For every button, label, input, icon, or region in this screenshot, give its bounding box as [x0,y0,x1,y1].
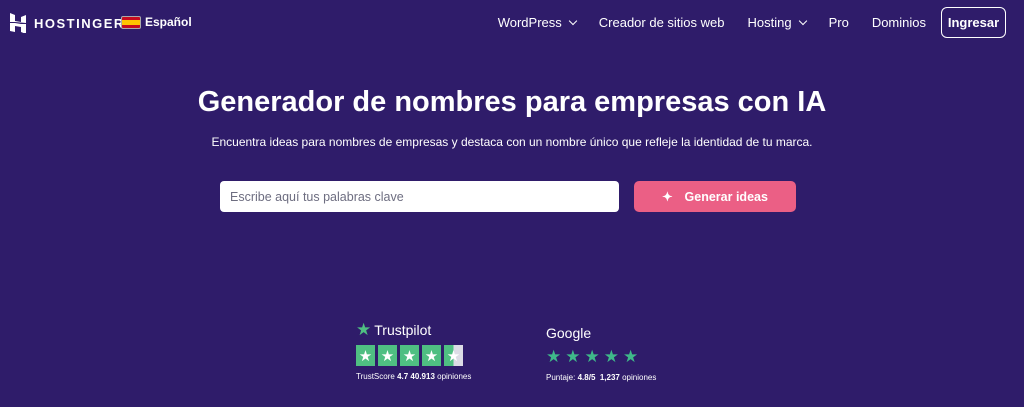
login-button[interactable]: Ingresar [941,7,1006,38]
google-name: Google [546,325,592,341]
star-icon: ★ [623,347,639,366]
review-count: 40.913 [410,372,435,381]
keywords-input[interactable]: Escribe aquí tus palabras clave [220,181,619,212]
google-rating[interactable]: Google ★ ★ ★ ★ ★ Puntaje: 4.8/5 1,237 opinio… [546,325,656,382]
generate-ideas-button[interactable]: ✦ Generar ideas [634,181,796,212]
trustpilot-stars: ★ ★ ★ ★ ★ [356,345,471,366]
nav-label: Hosting [747,15,792,30]
star-icon: ★ [422,345,441,366]
star-icon: ★ [584,347,600,366]
nav-pro[interactable]: Pro [829,15,849,30]
language-label: Español [145,15,192,29]
nav-label: WordPress [497,15,562,30]
trustpilot-rating[interactable]: ★ Trustpilot ★ ★ ★ ★ ★ TrustScore 4.7 40.… [356,320,471,381]
nav-domains[interactable]: Dominios [872,15,926,30]
score-label: TrustScore [356,372,395,381]
star-icon: ★ [565,347,581,366]
top-nav: HOSTINGER Español WordPress Creador de s… [0,0,1024,45]
chevron-down-icon [798,16,807,26]
page-subtitle: Encuentra ideas para nombres de empresas… [211,135,813,149]
chevron-down-icon [568,16,578,26]
score-label: Puntaje: [546,373,576,382]
count-label: opiniones [622,373,657,382]
star-icon: ★ [546,347,562,366]
nav-hosting[interactable]: Hosting [747,15,807,30]
half-star-icon: ★ [444,345,463,366]
score: 4.7 [397,372,409,381]
brand-name: HOSTINGER [34,15,125,31]
spain-flag-icon [121,15,141,29]
nav-wordpress[interactable]: WordPress [497,15,578,30]
star-icon: ★ [356,345,375,366]
page-title: Generador de nombres para empresas con I… [197,86,827,118]
google-stars: ★ ★ ★ ★ ★ [546,347,656,367]
hostinger-logo[interactable]: HOSTINGER [10,13,125,33]
score: 4.8/5 [577,373,596,382]
star-icon: ★ [378,345,397,366]
generate-ideas-label: Generar ideas [684,189,768,204]
star-icon: ★ [400,345,419,366]
review-count: 1,237 [599,373,620,382]
language-selector[interactable]: Español [121,15,192,29]
hostinger-logo-icon [10,13,26,33]
trustpilot-star-icon: ★ [356,320,372,339]
star-icon: ★ [603,347,619,366]
trustpilot-name: Trustpilot [374,322,432,338]
nav-website-builder[interactable]: Creador de sitios web [599,15,725,30]
count-label: opiniones [437,372,472,381]
sparkle-icon: ✦ [662,190,673,204]
